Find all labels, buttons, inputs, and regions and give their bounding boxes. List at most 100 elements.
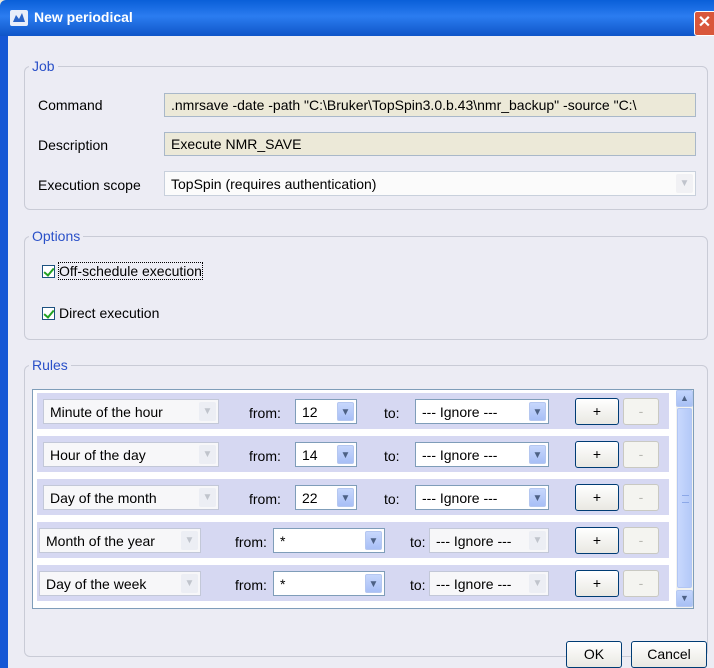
description-field[interactable]: Execute NMR_SAVE bbox=[164, 132, 696, 156]
to-label: to: bbox=[384, 491, 400, 507]
rule-unit-select[interactable]: Day of the week ▼ bbox=[39, 571, 201, 596]
options-group: Options bbox=[24, 228, 708, 340]
chevron-down-icon: ▼ bbox=[529, 402, 546, 421]
rule-row: Minute of the hour ▼ from: 12 ▼ to: --- Ig… bbox=[37, 393, 669, 429]
rule-unit-select[interactable]: Hour of the day ▼ bbox=[43, 442, 219, 467]
title-bar: New periodical ✕ bbox=[0, 0, 714, 36]
scroll-up-icon[interactable]: ▲ bbox=[676, 390, 693, 407]
rule-from-select[interactable]: * ▼ bbox=[273, 571, 385, 596]
direct-execution-checkbox[interactable]: Direct execution bbox=[42, 305, 159, 321]
rule-unit-select[interactable]: Month of the year ▼ bbox=[39, 528, 201, 553]
rule-to-value: --- Ignore --- bbox=[436, 576, 512, 592]
scrollbar-thumb[interactable] bbox=[677, 408, 692, 588]
rule-unit-value: Day of the month bbox=[50, 490, 157, 506]
execution-scope-label: Execution scope bbox=[38, 177, 141, 193]
chevron-down-icon: ▼ bbox=[199, 445, 216, 464]
chevron-down-icon: ▼ bbox=[199, 488, 216, 507]
from-label: from: bbox=[235, 534, 267, 550]
remove-rule-button[interactable]: - bbox=[623, 484, 659, 511]
to-label: to: bbox=[384, 448, 400, 464]
rule-from-value: 22 bbox=[302, 490, 318, 506]
rule-from-select[interactable]: * ▼ bbox=[273, 528, 385, 553]
description-label: Description bbox=[38, 137, 109, 153]
from-label: from: bbox=[249, 405, 281, 421]
off-schedule-checkbox[interactable]: Off-schedule execution bbox=[42, 262, 203, 280]
rule-to-value: --- Ignore --- bbox=[422, 490, 498, 506]
window-frame bbox=[0, 36, 8, 668]
rule-row: Day of the month ▼ from: 22 ▼ to: --- Igno… bbox=[37, 479, 669, 515]
rule-unit-select[interactable]: Minute of the hour ▼ bbox=[43, 399, 219, 424]
rule-from-select[interactable]: 12 ▼ bbox=[295, 399, 357, 424]
scroll-down-icon[interactable]: ▼ bbox=[676, 590, 693, 607]
rule-row: Day of the week ▼ from: * ▼ to: --- Ignore… bbox=[37, 565, 669, 601]
chevron-down-icon: ▼ bbox=[365, 531, 382, 550]
chevron-down-icon: ▼ bbox=[181, 574, 198, 593]
chevron-down-icon: ▼ bbox=[337, 402, 354, 421]
checkbox-checked-icon bbox=[42, 264, 55, 278]
remove-rule-button[interactable]: - bbox=[623, 441, 659, 468]
rule-to-select[interactable]: --- Ignore --- ▼ bbox=[429, 571, 549, 596]
remove-rule-button[interactable]: - bbox=[623, 398, 659, 425]
to-label: to: bbox=[410, 534, 426, 550]
window-title: New periodical bbox=[34, 9, 133, 25]
rule-to-value: --- Ignore --- bbox=[422, 404, 498, 420]
rule-unit-value: Hour of the day bbox=[50, 447, 146, 463]
add-rule-button[interactable]: + bbox=[575, 398, 619, 425]
rules-scrollbar[interactable]: ▲ ▼ bbox=[676, 390, 693, 608]
job-legend: Job bbox=[32, 58, 55, 74]
rule-from-value: * bbox=[280, 533, 286, 549]
add-rule-button[interactable]: + bbox=[575, 441, 619, 468]
rule-row: Hour of the day ▼ from: 14 ▼ to: --- Ignor… bbox=[37, 436, 669, 472]
rule-unit-value: Day of the week bbox=[46, 576, 147, 592]
add-rule-button[interactable]: + bbox=[575, 570, 619, 597]
from-label: from: bbox=[235, 577, 267, 593]
execution-scope-select[interactable]: TopSpin (requires authentication) ▼ bbox=[164, 171, 696, 196]
chevron-down-icon: ▼ bbox=[529, 531, 546, 550]
app-icon bbox=[10, 10, 28, 26]
chevron-down-icon: ▼ bbox=[529, 445, 546, 464]
execution-scope-value: TopSpin (requires authentication) bbox=[171, 176, 377, 192]
remove-rule-button[interactable]: - bbox=[623, 570, 659, 597]
remove-rule-button[interactable]: - bbox=[623, 527, 659, 554]
rule-to-value: --- Ignore --- bbox=[436, 533, 512, 549]
from-label: from: bbox=[249, 491, 281, 507]
add-rule-button[interactable]: + bbox=[575, 484, 619, 511]
rule-unit-value: Minute of the hour bbox=[50, 404, 163, 420]
rule-from-value: 12 bbox=[302, 404, 318, 420]
chevron-down-icon: ▼ bbox=[337, 488, 354, 507]
checkbox-checked-icon bbox=[42, 306, 55, 320]
rule-unit-select[interactable]: Day of the month ▼ bbox=[43, 485, 219, 510]
chevron-down-icon: ▼ bbox=[529, 574, 546, 593]
chevron-down-icon: ▼ bbox=[337, 445, 354, 464]
rule-to-select[interactable]: --- Ignore --- ▼ bbox=[415, 399, 549, 424]
chevron-down-icon: ▼ bbox=[199, 402, 216, 421]
from-label: from: bbox=[249, 448, 281, 464]
rule-to-select[interactable]: --- Ignore --- ▼ bbox=[429, 528, 549, 553]
rule-row: Month of the year ▼ from: * ▼ to: --- Igno… bbox=[37, 522, 669, 558]
grip-icon bbox=[682, 495, 689, 503]
close-button[interactable]: ✕ bbox=[694, 11, 714, 36]
options-legend: Options bbox=[32, 228, 81, 244]
rule-to-select[interactable]: --- Ignore --- ▼ bbox=[415, 442, 549, 467]
rule-from-select[interactable]: 22 ▼ bbox=[295, 485, 357, 510]
chevron-down-icon: ▼ bbox=[676, 174, 693, 193]
chevron-down-icon: ▼ bbox=[529, 488, 546, 507]
close-icon: ✕ bbox=[697, 14, 712, 31]
ok-button[interactable]: OK bbox=[566, 641, 622, 668]
chevron-down-icon: ▼ bbox=[181, 531, 198, 550]
rule-to-select[interactable]: --- Ignore --- ▼ bbox=[415, 485, 549, 510]
rule-from-value: * bbox=[280, 576, 286, 592]
add-rule-button[interactable]: + bbox=[575, 527, 619, 554]
rule-from-select[interactable]: 14 ▼ bbox=[295, 442, 357, 467]
chevron-down-icon: ▼ bbox=[365, 574, 382, 593]
to-label: to: bbox=[410, 577, 426, 593]
rule-to-value: --- Ignore --- bbox=[422, 447, 498, 463]
cancel-button[interactable]: Cancel bbox=[631, 641, 707, 668]
rules-list[interactable]: Minute of the hour ▼ from: 12 ▼ to: --- Ig… bbox=[32, 389, 694, 609]
command-field[interactable]: .nmrsave -date -path "C:\Bruker\TopSpin3… bbox=[164, 93, 696, 117]
rules-legend: Rules bbox=[32, 357, 68, 373]
to-label: to: bbox=[384, 405, 400, 421]
off-schedule-label: Off-schedule execution bbox=[58, 262, 203, 280]
direct-execution-label: Direct execution bbox=[59, 305, 160, 321]
rule-unit-value: Month of the year bbox=[46, 533, 155, 549]
